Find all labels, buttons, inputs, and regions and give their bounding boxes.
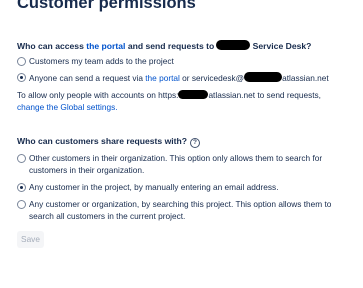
option-text-suffix: atlassian.net [282,73,329,83]
access-question-prefix: Who can access [17,41,84,51]
access-note: To allow only people with accounts on ht… [17,90,353,113]
radio-manual-email[interactable] [17,183,26,192]
access-question-suffix: Service Desk? [252,41,312,51]
note-prefix: To allow only people with accounts on ht… [17,90,179,100]
redacted-block [244,72,283,82]
save-button[interactable]: Save [17,231,44,248]
radio-anyone[interactable] [17,73,26,82]
share-option-label: Other customers in their organization. T… [29,153,323,175]
portal-link[interactable]: the portal [86,41,125,51]
share-option-search-project[interactable]: Any customer or organization, by searchi… [17,199,351,223]
redacted-block [216,40,251,50]
radio-organization[interactable] [17,154,26,163]
share-option-label: Any customer or organization, by searchi… [29,199,332,221]
page-title: Customer permissions [17,0,196,12]
access-option-label: Customers my team adds to the project [29,56,174,66]
share-option-organization[interactable]: Other customers in their organization. T… [17,153,351,177]
redacted-block [178,90,209,99]
option-text-middle: or servicedesk@ [182,73,245,83]
access-question: Who can access the portal and send reque… [17,40,311,51]
radio-search-project[interactable] [17,200,26,209]
access-option-label: Anyone can send a request via the portal… [29,72,351,85]
share-option-label: Any customer in the project, by manually… [29,182,279,192]
option-text-prefix: Anyone can send a request via [29,73,143,83]
portal-link-option[interactable]: the portal [145,73,180,83]
radio-team-adds[interactable] [17,57,26,66]
share-question: Who can customers share requests with?? [17,136,201,148]
global-settings-link[interactable]: change the Global settings. [17,102,118,112]
question-circle-icon[interactable]: ? [190,138,201,148]
note-suffix: atlassian.net to send requests, [208,90,321,100]
access-question-middle: and send requests to [127,41,215,51]
share-question-text: Who can customers share requests with? [17,136,188,146]
